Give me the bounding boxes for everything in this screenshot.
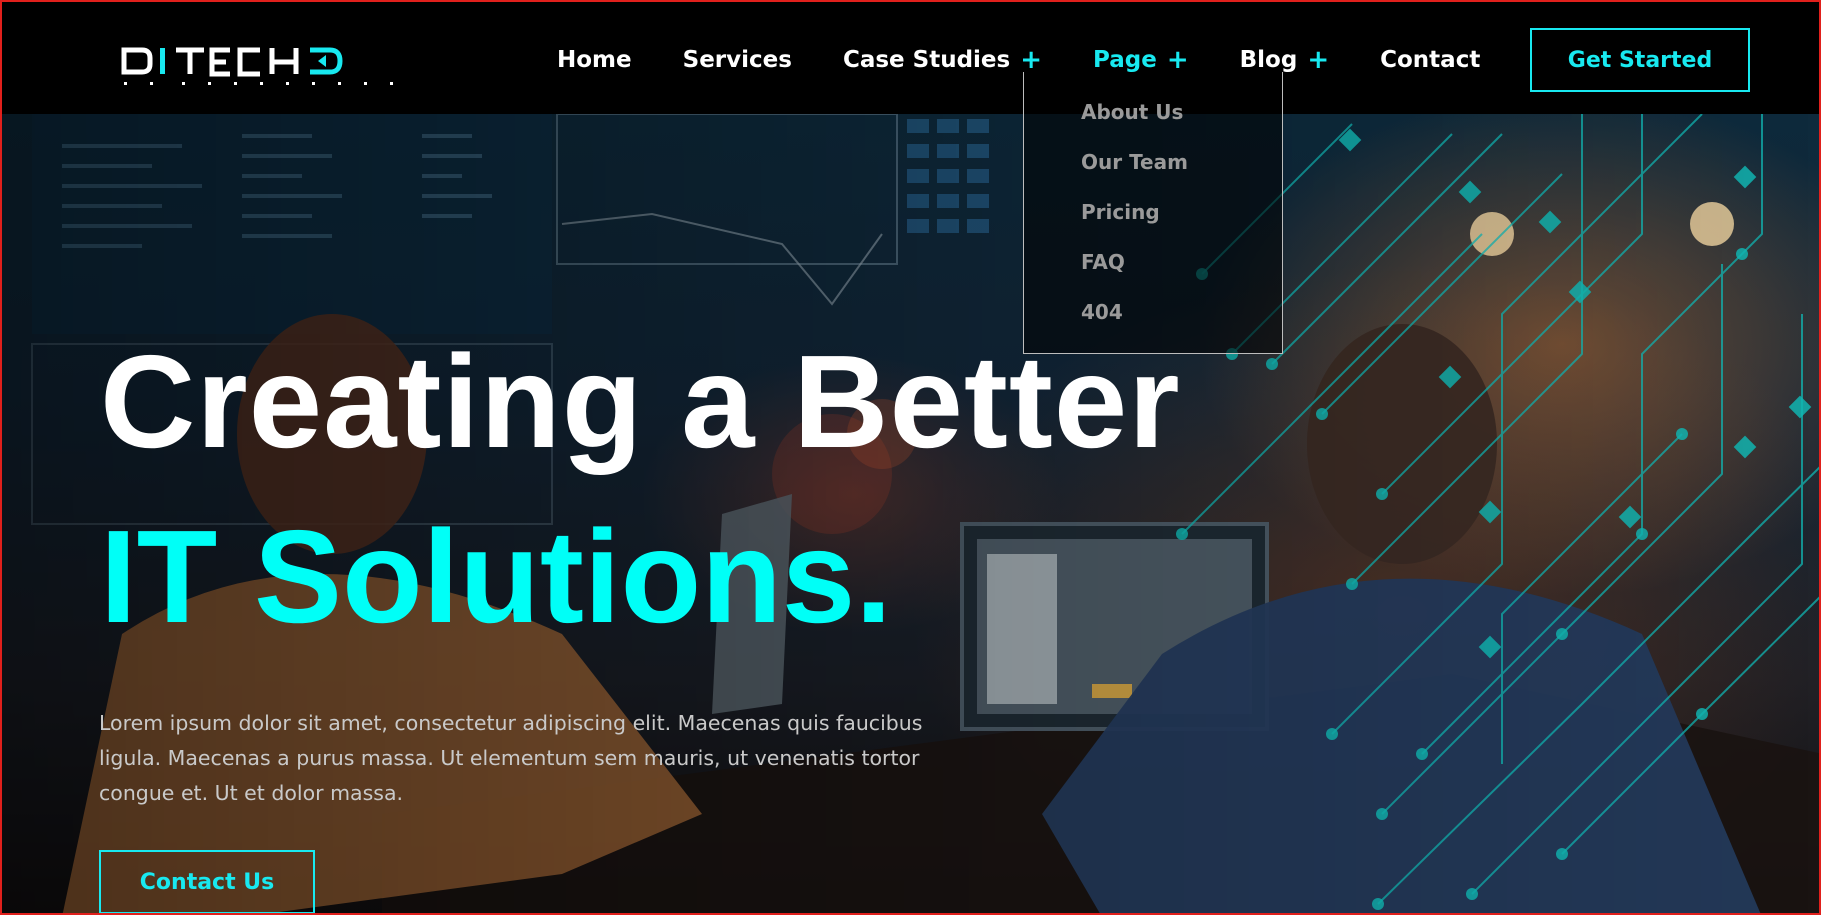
brand-logo[interactable]: [120, 42, 405, 88]
nav-blog[interactable]: Blog +: [1240, 45, 1329, 75]
hero-title-line2: IT Solutions.: [100, 503, 892, 650]
nav-services-label: Services: [682, 47, 792, 73]
nav-page[interactable]: Page +: [1093, 45, 1189, 75]
site-header: Home Services Case Studies + Page + Blog + …: [2, 2, 1819, 114]
nav-case-studies[interactable]: Case Studies +: [843, 45, 1042, 75]
dropdown-item-pricing[interactable]: Pricing: [1081, 200, 1160, 224]
plus-icon: +: [1020, 45, 1043, 75]
nav-home[interactable]: Home: [557, 47, 632, 73]
nav-services[interactable]: Services: [683, 47, 792, 73]
get-started-label: Get Started: [1567, 47, 1713, 73]
dropdown-item-404[interactable]: 404: [1081, 300, 1123, 324]
nav-case-studies-label: Case Studies: [842, 47, 1011, 73]
hero-title-line1: Creating a Better: [100, 328, 1181, 475]
contact-us-button[interactable]: Contact Us: [99, 850, 315, 913]
dropdown-item-about-us[interactable]: About Us: [1081, 100, 1183, 124]
nav-blog-label: Blog: [1239, 47, 1298, 73]
contact-us-label: Contact Us: [139, 869, 275, 895]
nav-page-label: Page: [1093, 47, 1157, 73]
dropdown-item-faq[interactable]: FAQ: [1081, 250, 1125, 274]
nav-contact[interactable]: Contact: [1380, 47, 1480, 73]
hero-description: Lorem ipsum dolor sit amet, consectetur …: [99, 711, 923, 805]
plus-icon: +: [1166, 45, 1189, 75]
nav-contact-label: Contact: [1380, 47, 1481, 73]
page-dropdown-menu: About Us Our Team Pricing FAQ 404: [1023, 72, 1283, 354]
page-frame: Home Services Case Studies + Page + Blog + …: [0, 0, 1821, 915]
plus-icon: +: [1307, 45, 1330, 75]
dropdown-item-our-team[interactable]: Our Team: [1081, 150, 1188, 174]
nav-home-label: Home: [557, 47, 632, 73]
get-started-button[interactable]: Get Started: [1530, 28, 1750, 92]
